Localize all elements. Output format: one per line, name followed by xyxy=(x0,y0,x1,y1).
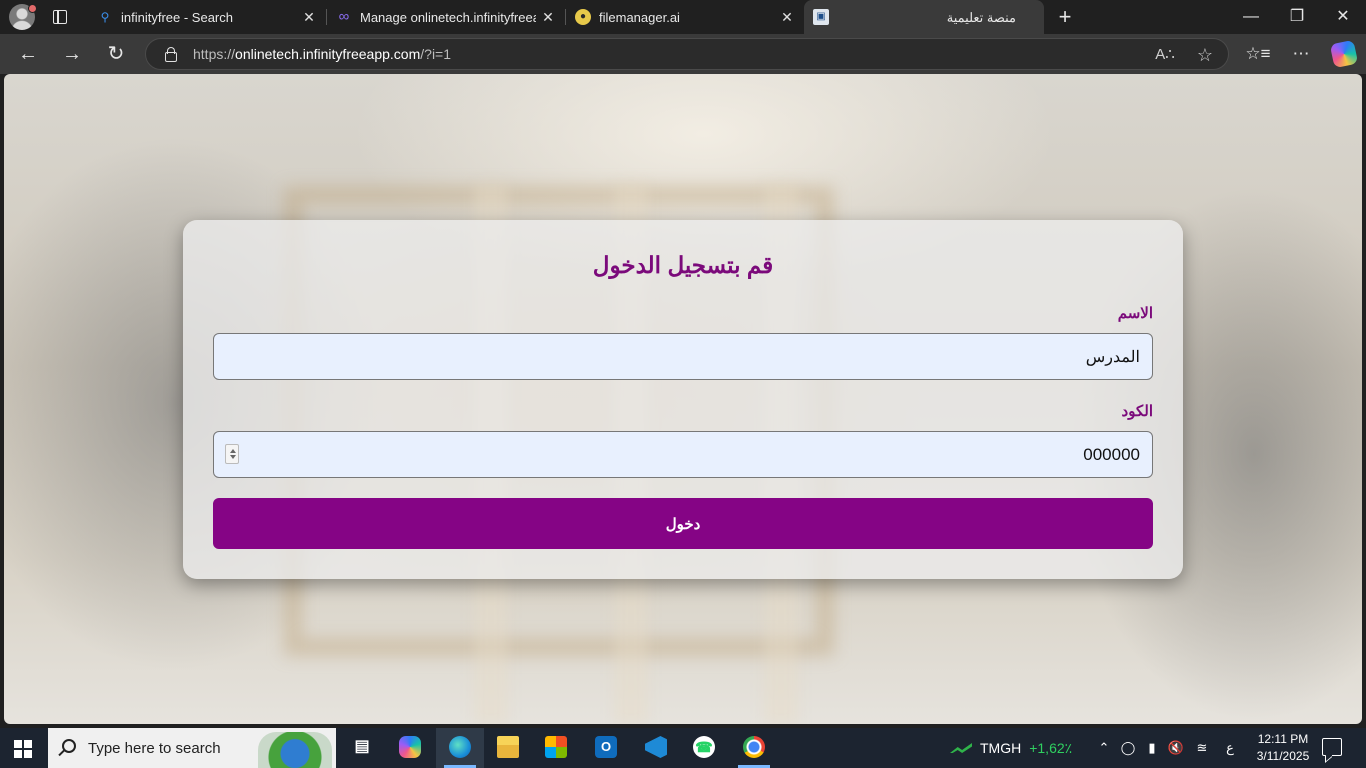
notification-icon[interactable] xyxy=(1322,738,1342,756)
address-bar[interactable]: https://onlinetech.infinityfreeapp.com/?… xyxy=(145,38,1229,70)
whatsapp-icon: ☎ xyxy=(693,736,715,758)
stock-change: +1,62٪ xyxy=(1029,740,1073,756)
edge-icon xyxy=(449,736,471,758)
chrome-app-button[interactable] xyxy=(730,728,778,768)
clock[interactable]: 12:11 PM 3/11/2025 xyxy=(1252,731,1314,765)
page-viewport: قم بتسجيل الدخول الاسم الكود دخول xyxy=(4,74,1362,724)
start-windows-icon[interactable] xyxy=(14,740,32,758)
close-window-button[interactable]: ✕ xyxy=(1320,0,1366,34)
stock-widget[interactable]: TMGH +1,62٪ xyxy=(950,740,1072,757)
store-app-button[interactable] xyxy=(532,728,580,768)
search-placeholder: Type here to search xyxy=(88,740,221,757)
chevron-up-icon[interactable]: ⌃ xyxy=(1094,738,1114,758)
clock-date: 3/11/2025 xyxy=(1256,749,1310,763)
wifi-icon[interactable]: ≊ xyxy=(1192,738,1212,758)
language-indicator[interactable]: ع xyxy=(1220,738,1240,758)
tab-title: Manage onlinetech.infinityfreeapp.com xyxy=(360,10,536,25)
stock-trend-icon xyxy=(950,743,972,753)
name-label: الاسم xyxy=(1117,305,1153,322)
outlook-icon: O xyxy=(595,736,617,758)
copilot-icon xyxy=(399,736,421,758)
battery-icon[interactable]: ▮ xyxy=(1142,738,1162,758)
back-button[interactable]: ← xyxy=(14,40,42,68)
more-menu-icon[interactable]: ⋯ xyxy=(1288,41,1314,67)
search-icon xyxy=(62,739,76,753)
url-text[interactable]: https://onlinetech.infinityfreeapp.com/?… xyxy=(193,46,451,62)
tab-learning-platform[interactable]: ▣ منصة تعليمية xyxy=(804,0,1044,34)
login-title: قم بتسجيل الدخول xyxy=(592,252,774,278)
refresh-button[interactable]: ↻ xyxy=(102,40,130,68)
search-icon: ⚲ xyxy=(100,10,110,24)
infinity-icon: ∞ xyxy=(338,8,350,25)
close-tab-icon[interactable]: ✕ xyxy=(300,8,318,26)
vscode-app-button[interactable] xyxy=(632,728,680,768)
copilot-app-button[interactable] xyxy=(386,728,434,768)
taskbar-search-box[interactable]: Type here to search xyxy=(48,728,336,768)
tab-filemanager[interactable]: ● filemanager.ai ✕ xyxy=(566,0,804,34)
task-view-icon: ▤ xyxy=(354,738,370,755)
profile-status-dot xyxy=(28,4,37,13)
tab-actions-icon[interactable] xyxy=(50,7,70,27)
read-aloud-icon[interactable]: A∴ xyxy=(1154,44,1176,66)
file-explorer-app-button[interactable] xyxy=(484,728,532,768)
task-view-button[interactable]: ▤ xyxy=(338,728,386,768)
lock-icon[interactable] xyxy=(164,47,177,62)
windows-taskbar: Type here to search ▤ O ☎ TMGH +1,62٪ ⌃ ◯… xyxy=(0,728,1366,768)
search-highlight-image xyxy=(258,732,332,768)
favorites-icon[interactable]: ☆≡ xyxy=(1245,41,1271,67)
tab-title: filemanager.ai xyxy=(599,10,680,25)
restore-button[interactable]: ❐ xyxy=(1274,0,1320,34)
login-card: قم بتسجيل الدخول الاسم الكود دخول xyxy=(183,220,1183,579)
filemanager-icon: ● xyxy=(575,9,591,25)
outlook-app-button[interactable]: O xyxy=(582,728,630,768)
browser-tab-strip: ⚲ infinityfree - Search ✕ ∞ Manage onlin… xyxy=(0,0,1366,34)
number-spinner[interactable] xyxy=(225,444,239,464)
whatsapp-app-button[interactable]: ☎ xyxy=(680,728,728,768)
new-tab-button[interactable]: + xyxy=(1054,6,1076,28)
device-icon[interactable]: ◯ xyxy=(1118,738,1138,758)
minimize-button[interactable]: — xyxy=(1228,0,1274,34)
stock-symbol: TMGH xyxy=(980,740,1022,756)
volume-muted-icon[interactable]: 🔇 xyxy=(1166,738,1186,758)
site-icon: ▣ xyxy=(813,9,829,25)
close-tab-icon[interactable]: ✕ xyxy=(539,8,557,26)
tab-title: منصة تعليمية xyxy=(946,10,1016,25)
code-label: الكود xyxy=(1121,403,1153,420)
login-button[interactable]: دخول xyxy=(213,498,1153,549)
chrome-icon xyxy=(743,736,765,758)
vscode-icon xyxy=(645,736,667,758)
folder-icon xyxy=(497,736,519,758)
forward-button[interactable]: → xyxy=(58,40,86,68)
close-tab-icon[interactable]: ✕ xyxy=(778,8,796,26)
tab-title: infinityfree - Search xyxy=(121,10,233,25)
code-input[interactable] xyxy=(213,431,1153,478)
favorite-star-icon[interactable]: ☆ xyxy=(1194,44,1216,66)
edge-app-button[interactable] xyxy=(436,728,484,768)
name-input[interactable] xyxy=(213,333,1153,380)
tab-manage-domain[interactable]: ∞ Manage onlinetech.infinityfreeapp.com … xyxy=(327,0,565,34)
clock-time: 12:11 PM xyxy=(1257,732,1309,746)
browser-toolbar: ← → ↻ https://onlinetech.infinityfreeapp… xyxy=(0,34,1366,74)
tab-search[interactable]: ⚲ infinityfree - Search ✕ xyxy=(88,0,326,34)
store-icon xyxy=(545,736,567,758)
